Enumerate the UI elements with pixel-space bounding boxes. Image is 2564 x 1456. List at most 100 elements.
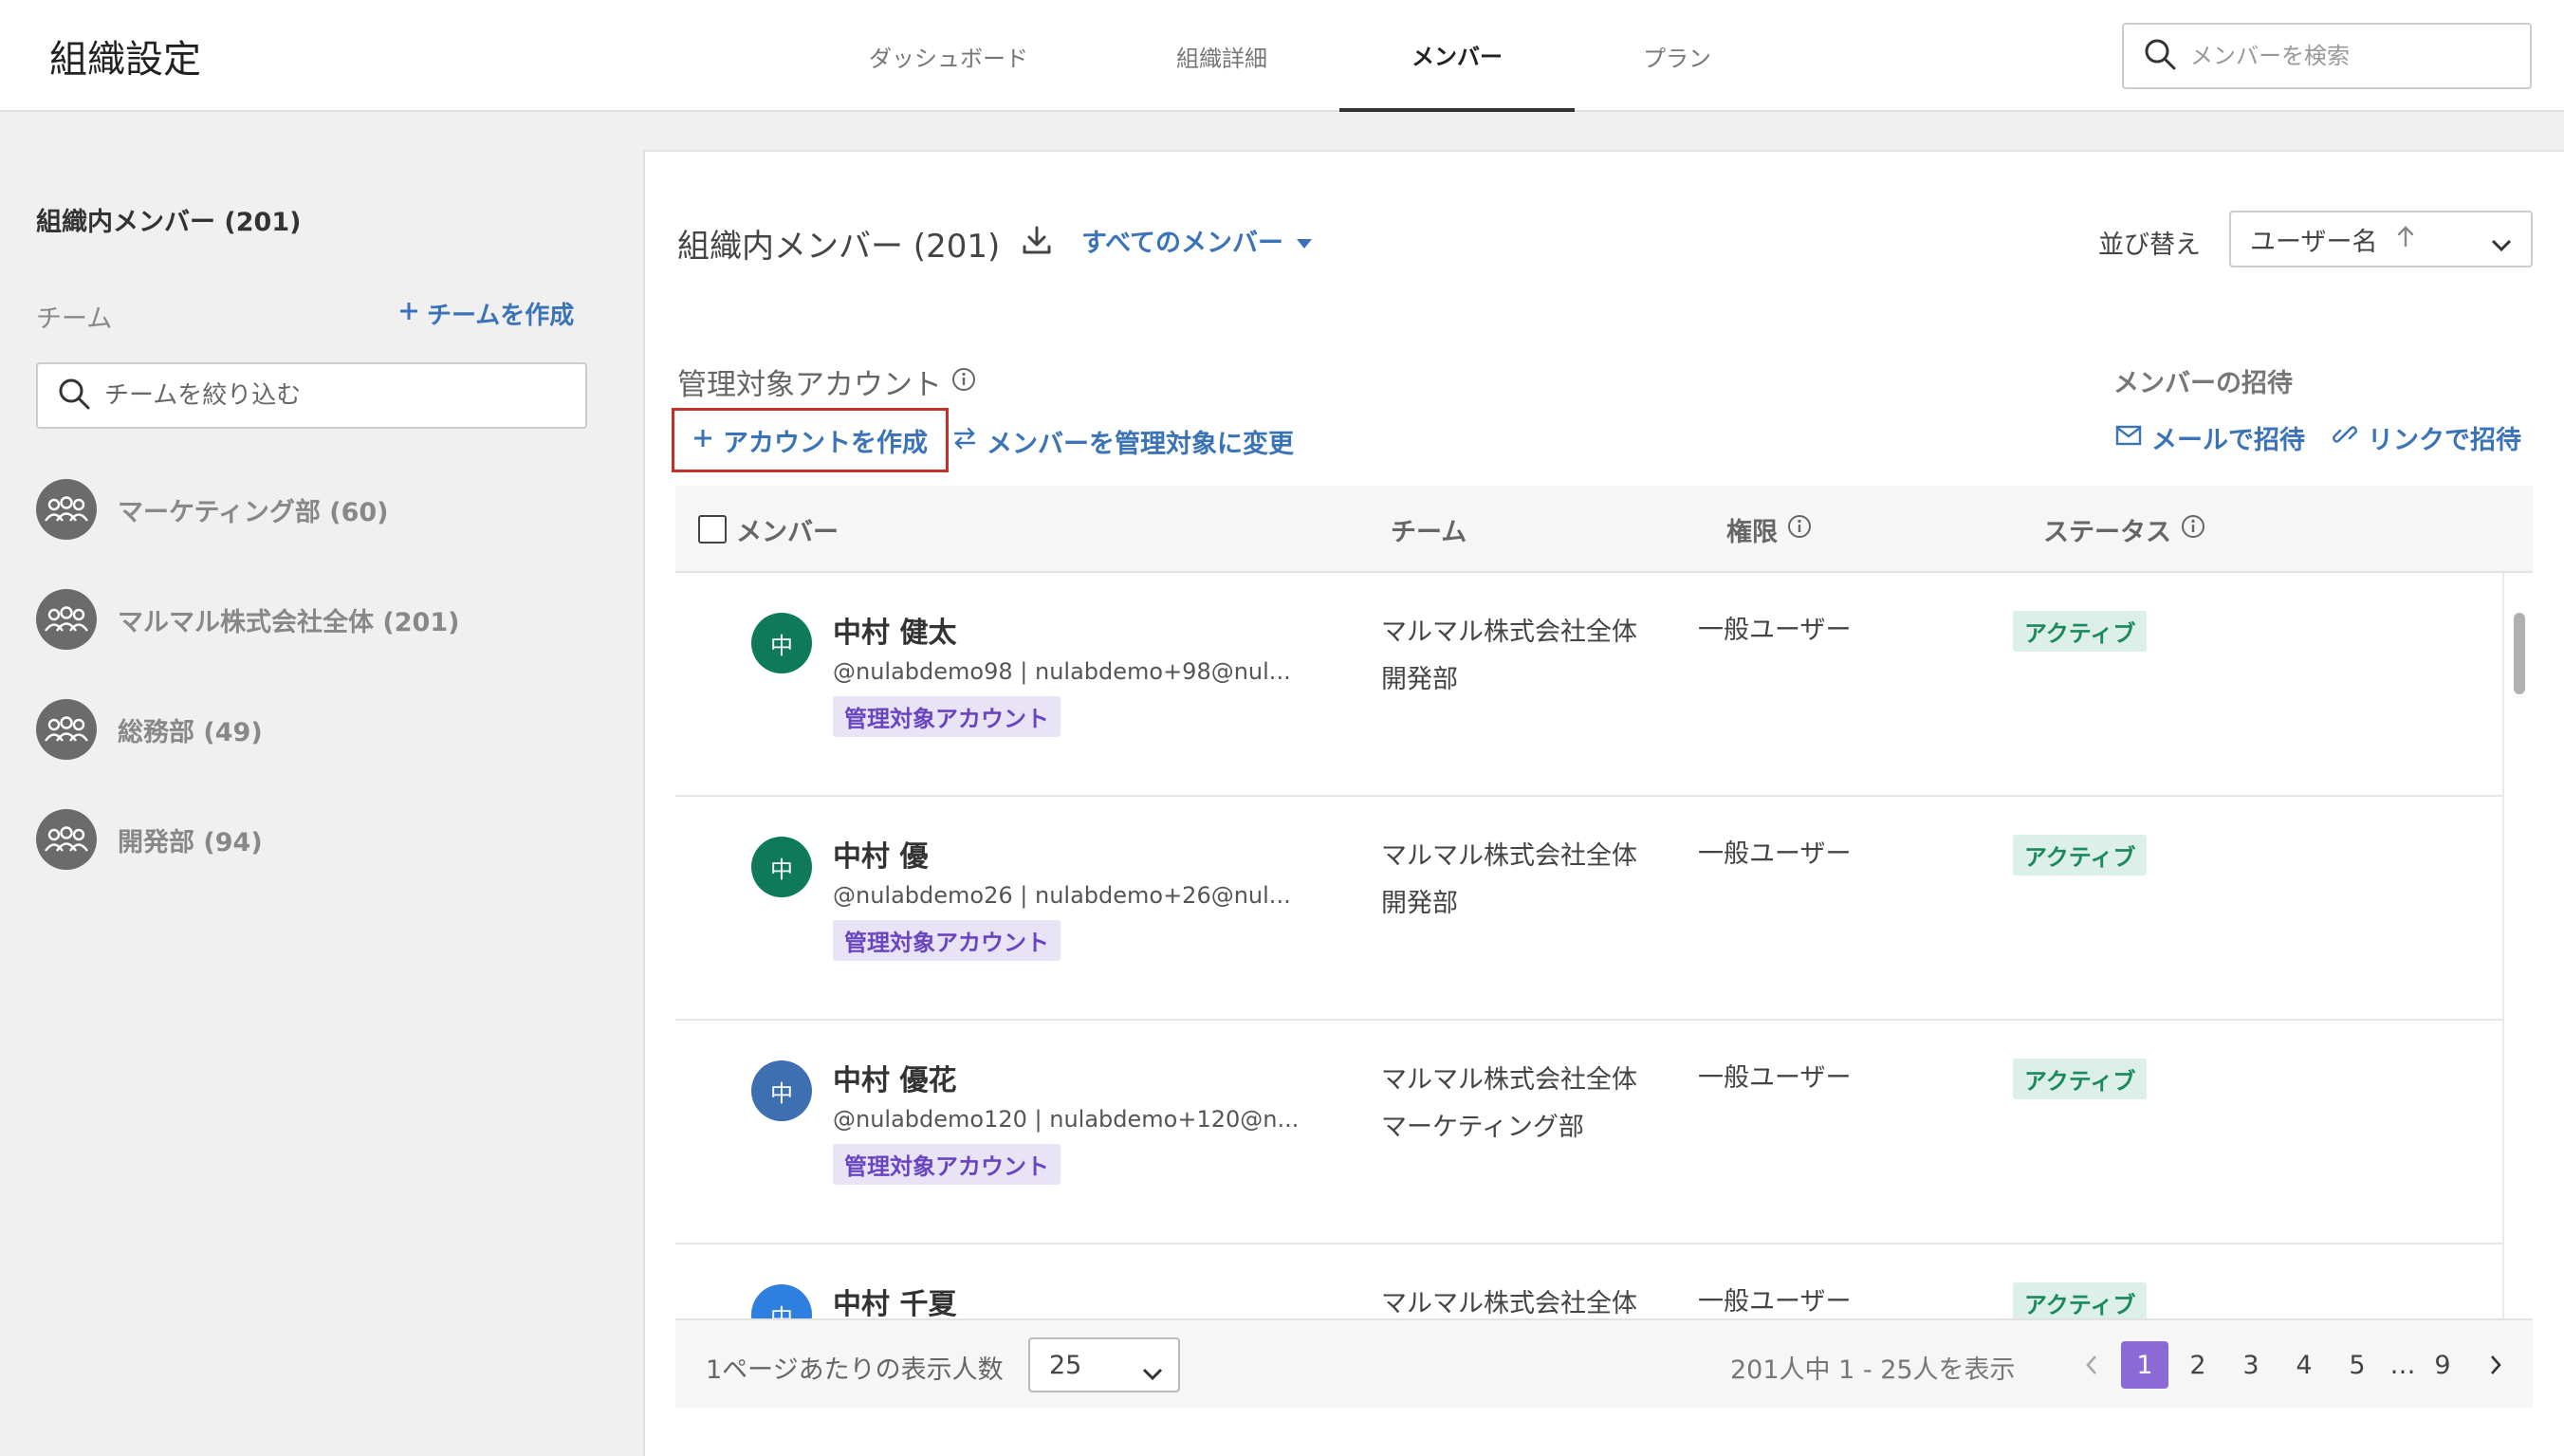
avatar: 中 [751,837,812,897]
table-row[interactable]: 中 中村 優花 @nulabdemo120 | nulabdemo+120@n.… [675,1021,2504,1244]
page-button-4[interactable]: 4 [2280,1341,2328,1389]
member-teams: マルマル株式会社全体 開発部 [1381,609,1637,704]
info-icon[interactable] [1787,514,1812,545]
member-role: 一般ユーザー [1698,1287,1852,1317]
team-entry: マーケティング部 [1381,1113,1584,1142]
create-account-button[interactable]: アカウントを作成 [672,408,949,472]
convert-to-managed-button[interactable]: メンバーを管理対象に変更 [952,423,1294,460]
managed-account-badge: 管理対象アカウント [833,696,1061,737]
member-name: 中村 優 [833,840,929,874]
team-entry: マルマル株式会社全体 [1381,1289,1637,1318]
team-group-icon [36,699,97,760]
avatar: 中 [751,1284,812,1318]
managed-account-badge: 管理対象アカウント [833,920,1061,961]
member-id-email: @nulabdemo98 | nulabdemo+98@nul... [833,658,1291,685]
download-icon[interactable] [1021,224,1053,260]
invite-by-email-label: メールで招待 [2151,426,2305,455]
page-button-2[interactable]: 2 [2174,1341,2222,1389]
column-member: メンバー [698,486,839,573]
invite-by-link-label: リンクで招待 [2368,426,2521,455]
create-team-label: チームを作成 [427,302,575,330]
sidebar-team-item[interactable]: 開発部 (94) [36,809,263,870]
team-entry: 開発部 [1381,889,1458,918]
team-entry: マルマル株式会社全体 [1381,841,1637,871]
team-name: マルマル株式会社全体 (201) [118,607,460,637]
plus-icon [398,300,419,328]
per-page-value: 25 [1049,1350,1082,1380]
page-button-3[interactable]: 3 [2227,1341,2275,1389]
info-icon[interactable] [951,365,976,399]
page-ellipsis: … [2389,1350,2416,1380]
status-badge: アクティブ [2013,1059,2148,1099]
table-row[interactable]: 中 中村 千夏 マルマル株式会社全体 一般ユーザー アクティブ [675,1244,2504,1318]
member-name: 中村 優花 [833,1064,957,1097]
chevron-down-icon [1142,1358,1163,1388]
per-page-select[interactable]: 25 [1028,1337,1180,1392]
create-team-button[interactable]: チームを作成 [398,296,574,331]
team-group-icon [36,589,97,650]
members-panel: 組織内メンバー (201) すべてのメンバー 並び替え ユーザー名 管理対象アカ… [643,150,2564,1456]
member-search-input[interactable] [2190,43,2513,69]
page-button-1[interactable]: 1 [2121,1341,2168,1389]
top-header: 組織設定 ダッシュボード 組織詳細 メンバー プラン [0,0,2564,112]
sort-select[interactable]: ユーザー名 [2229,211,2533,267]
column-permission: 権限 [1726,486,1812,573]
page-button-5[interactable]: 5 [2333,1341,2381,1389]
team-group-icon [36,809,97,870]
search-icon [57,377,91,415]
managed-account-badge: 管理対象アカウント [833,1144,1061,1185]
arrow-up-icon [2396,225,2415,254]
table-footer: 1ページあたりの表示人数 25 201人中 1 - 25人を表示 1 2 3 4… [675,1318,2533,1408]
mail-icon [2115,423,2142,452]
members-table-header: メンバー チーム 権限 ステータス [675,486,2533,573]
sidebar-team-item[interactable]: マーケティング部 (60) [36,479,389,540]
convert-to-managed-label: メンバーを管理対象に変更 [987,430,1294,459]
per-page-label: 1ページあたりの表示人数 [706,1355,1004,1385]
tab-organization-details[interactable]: 組織詳細 [1108,0,1336,112]
create-account-label: アカウントを作成 [723,428,928,458]
team-filter[interactable] [36,362,587,429]
prev-page-button[interactable] [2068,1341,2115,1389]
table-row[interactable]: 中 中村 優 @nulabdemo26 | nulabdemo+26@nul..… [675,797,2504,1021]
result-range-text: 201人中 1 - 25人を表示 [1730,1355,2016,1385]
member-name: 中村 千夏 [833,1288,957,1318]
status-badge: アクティブ [2013,611,2148,652]
avatar: 中 [751,613,812,673]
page-button-9[interactable]: 9 [2419,1341,2466,1389]
invite-by-email-button[interactable]: メールで招待 [2115,419,2305,456]
team-entry: 開発部 [1381,665,1458,694]
sort-label: 並び替え [2098,230,2201,260]
member-role: 一般ユーザー [1698,1063,1852,1093]
pagination: 1 2 3 4 5 … 9 [2068,1339,2525,1391]
member-id-email: @nulabdemo120 | nulabdemo+120@n... [833,1106,1300,1133]
team-group-icon [36,479,97,540]
select-all-checkbox[interactable] [698,515,727,544]
invite-members-label: メンバーの招待 [2113,369,2293,398]
status-badge: アクティブ [2013,835,2148,875]
chevron-left-icon [2086,1355,2096,1374]
managed-accounts-text: 管理対象アカウント [677,368,942,402]
sidebar-team-item[interactable]: マルマル株式会社全体 (201) [36,589,459,650]
table-scrollbar[interactable] [2502,573,2533,1318]
link-icon [2332,421,2358,454]
tab-dashboard[interactable]: ダッシュボード [835,0,1062,112]
column-status: ステータス [2043,486,2205,573]
scrollbar-thumb[interactable] [2514,613,2525,694]
sidebar-heading[interactable]: 組織内メンバー (201) [36,201,301,238]
caret-down-icon [1297,226,1313,255]
tab-members[interactable]: メンバー [1339,0,1575,112]
next-page-button[interactable] [2472,1341,2519,1389]
chevron-down-icon [2491,230,2512,259]
team-filter-input[interactable] [104,381,560,410]
table-row[interactable]: 中 中村 健太 @nulabdemo98 | nulabdemo+98@nul.… [675,573,2504,797]
panel-title: 組織内メンバー (201) [677,228,1001,266]
tab-plan[interactable]: プラン [1563,0,1791,112]
invite-by-link-button[interactable]: リンクで招待 [2332,419,2521,456]
member-filter-dropdown[interactable]: すべてのメンバー [1081,222,1313,259]
member-teams: マルマル株式会社全体 開発部 [1381,833,1637,928]
sidebar-team-item[interactable]: 総務部 (49) [36,699,263,760]
info-icon[interactable] [2181,514,2205,545]
team-name: マーケティング部 (60) [118,497,389,527]
plus-icon [692,426,713,455]
member-search[interactable] [2122,23,2532,89]
